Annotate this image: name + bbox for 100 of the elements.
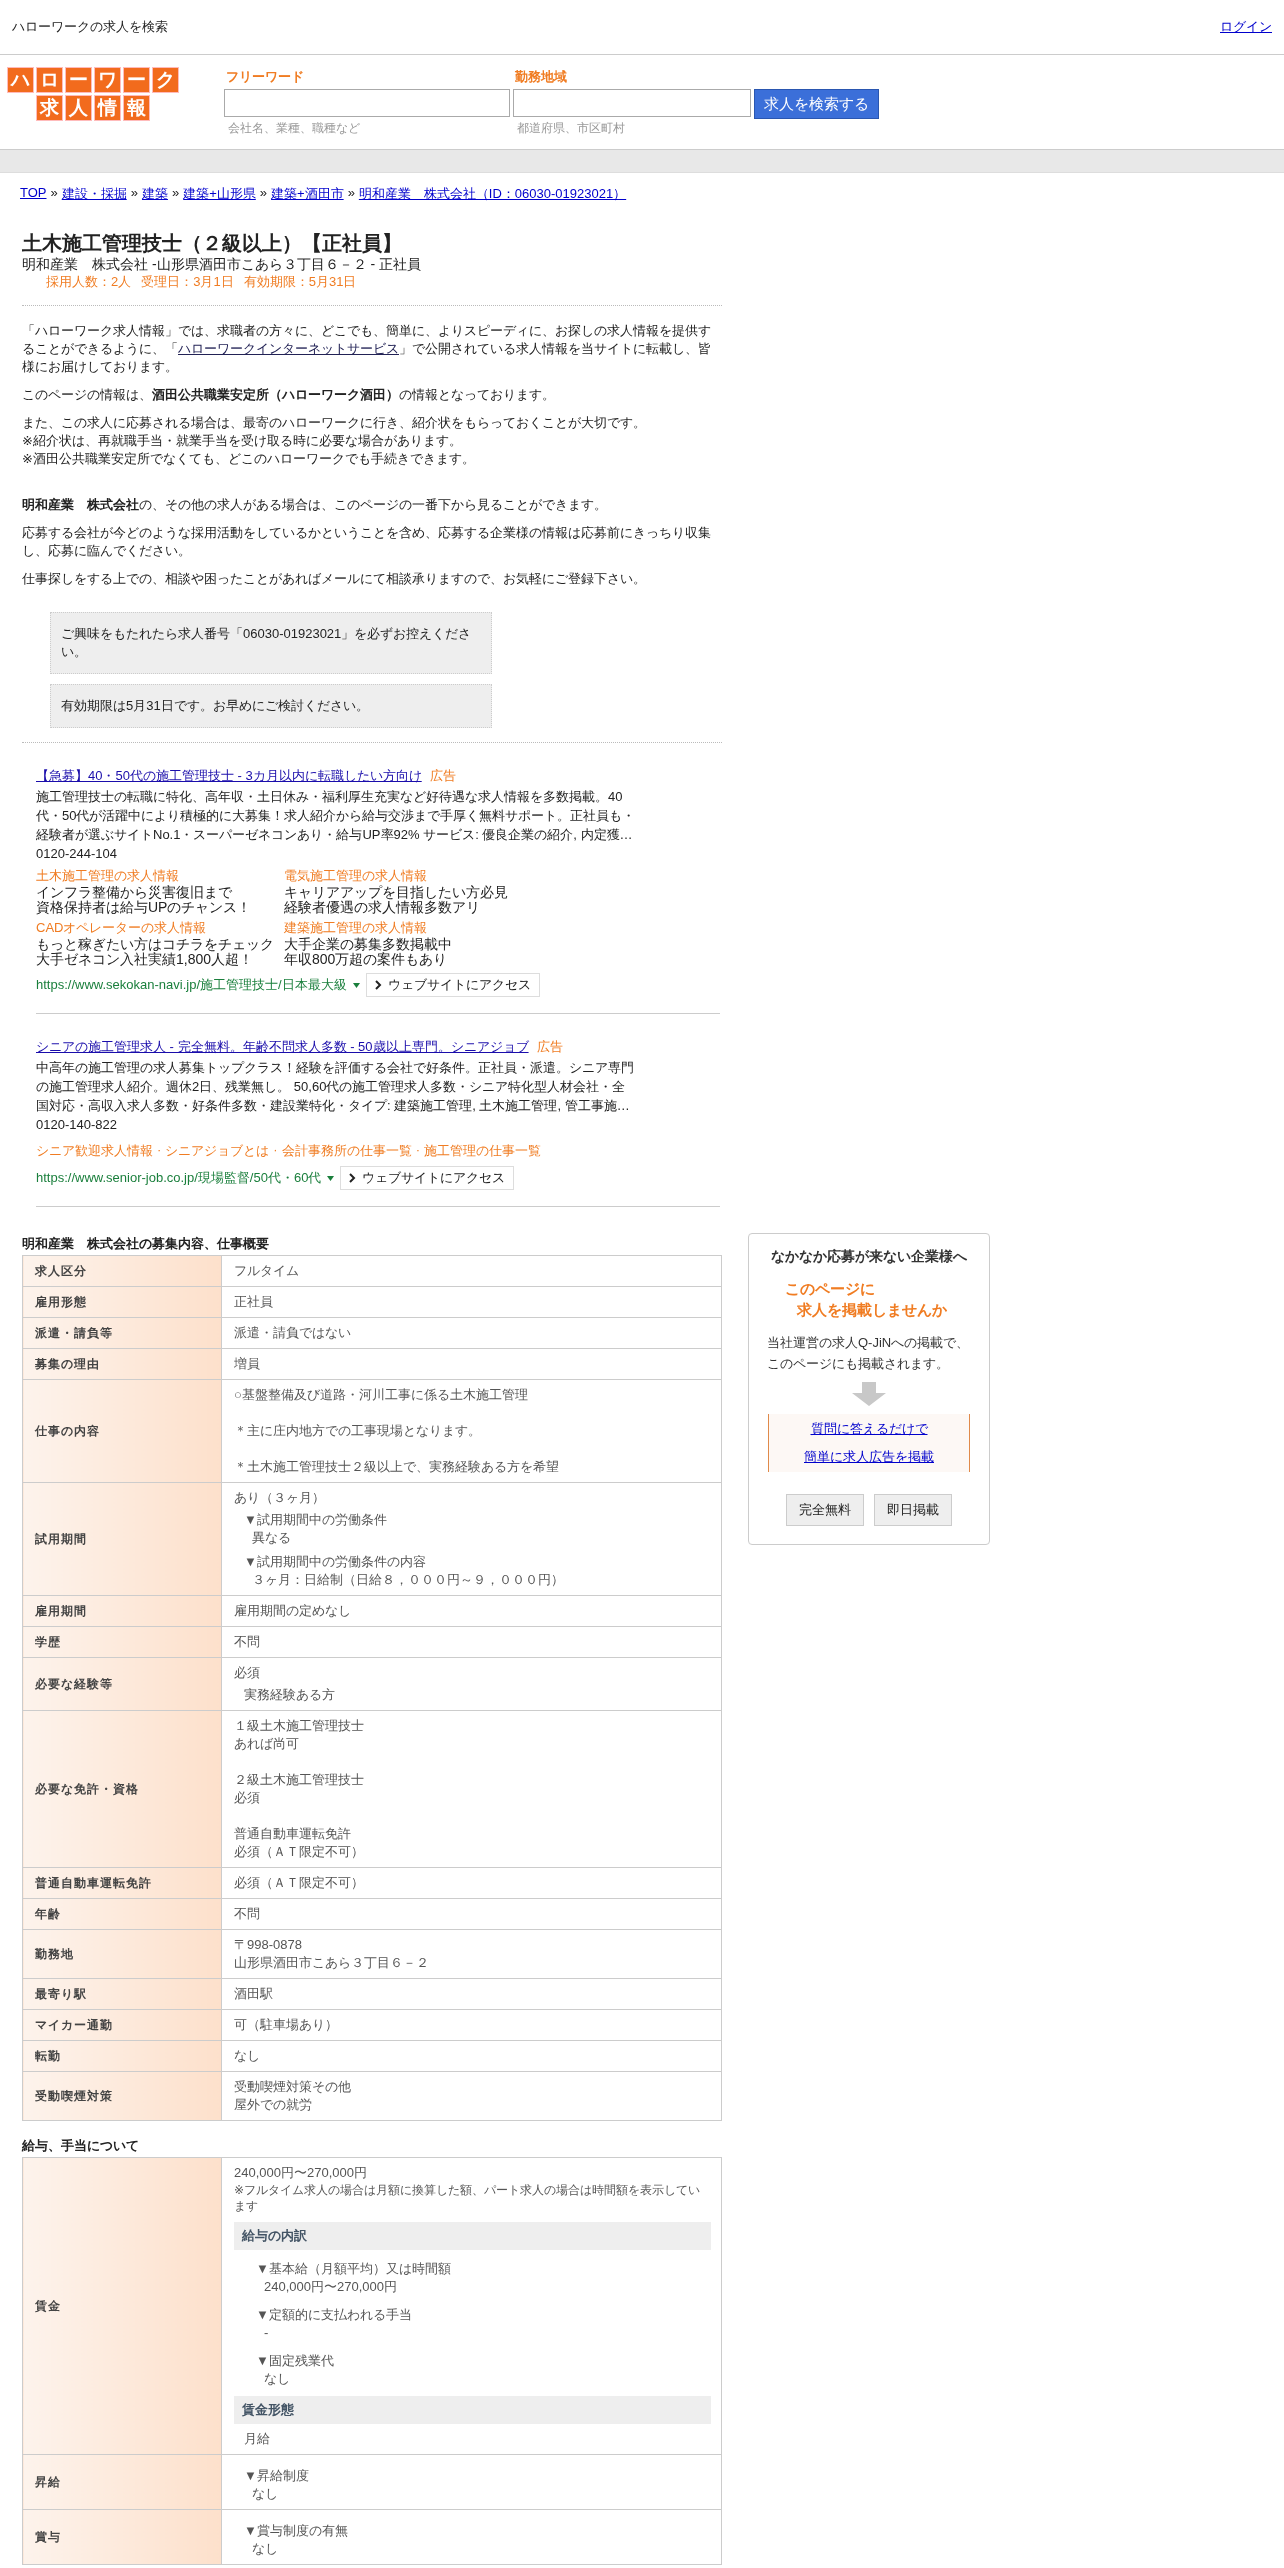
visit-website-button[interactable]: ウェブサイトにアクセス [365,973,540,997]
breadcrumb-link[interactable]: TOP [20,185,47,203]
breadcrumb-link[interactable]: 建築+酒田市 [271,185,344,203]
ad-url: https://www.sekokan-navi.jp/施工管理技士/日本最大級 [36,976,347,994]
section-heading: 明和産業 株式会社の募集内容、仕事概要 [22,1235,270,1253]
cell-text: 異なる [251,1529,292,1547]
cell-text: 普通自動車運転免許 必須（ＡＴ限定不可） [234,1825,365,1861]
intro-paragraph: 仕事探しをする上での、相談や困ったことがあればメールにて相談承りますので、お気軽にご登録下さい。 [22,570,647,588]
cell-text: あり（３ヶ月） [234,1489,326,1507]
cell-text: ３ヶ月：日給制（日給８，０００円～９，０００円） [251,1571,565,1589]
field-label: 勤務地域 [514,68,568,86]
ad-label: 広告 [536,1038,563,1056]
breadcrumb-link[interactable]: 明和産業 株式会社（ID：06030-01923021） [358,185,627,203]
job-meta: 受理日：3月1日 [141,273,234,291]
cell-text: 可（駐車場あり） [234,2016,339,2034]
cell-text: ＊土木施工管理技士２級以上で、実務経験ある方を希望 [234,1458,560,1476]
row-label: 募集の理由 [22,1348,222,1380]
notice-box: ご興味をもたれたら求人番号「06030-01923021」を必ずお控えください。 [50,612,492,674]
feature-badge: 即日掲載 [874,1494,952,1526]
cell-text: 必須 [234,1664,261,1682]
post-job-link[interactable]: 質問に答えるだけで [810,1420,928,1438]
field-label: フリーワード [225,68,305,86]
cell-text: 〒998-0878 山形県酒田市こあら３丁目６－２ [234,1936,430,1972]
sitelink-description: もっと稼ぎたい方はコチラをチェック 大手ゼネコン入社実績1,800人超！ [36,937,275,967]
row-label: 賃金 [22,2157,222,2455]
row-label: 派遣・請負等 [22,1317,222,1349]
ad-label: 広告 [429,767,456,785]
cell-text: 派遣・請負ではない [234,1324,352,1342]
ad-url: https://www.senior-job.co.jp/現場監督/50代・60代 [36,1169,322,1187]
row-label: 必要な免許・資格 [22,1710,222,1868]
ad-phone: 0120-244-104 [36,845,118,863]
breadcrumb-separator: » [259,185,268,202]
cell-text: ＊主に庄内地方での工事現場となります。 [234,1422,482,1440]
breadcrumb-separator: » [50,185,58,202]
breadcrumb-separator: » [347,185,355,202]
cell-text: 240,000円〜270,000円 [263,2278,398,2296]
row-label: 転勤 [22,2040,222,2072]
sitelink-description: キャリアアップを目指したい方必見 経験者優遇の求人情報多数アリ [284,885,509,915]
cell-text: なし [234,2047,261,2065]
ad-description: 施工管理技士の転職に特化、高年収・土日休み・福利厚生充実など好待遇な求人情報を多数掲載。40代・50代が活躍中により積極的に大募集！求人紹介から給与交渉まで手厚く無料サポート。正社員も・経験者が選ぶサイトNo.1・スーパーゼネコンあり・給与UP率92% サービス: 優良企業の紹介, 内定獲… [36,788,636,844]
row-label: 雇用形態 [22,1286,222,1318]
dropdown-icon[interactable] [327,1175,335,1181]
panel-title: なかなか応募が来ない企業様へ [771,1248,967,1266]
cell-text: 不問 [234,1633,261,1651]
row-label: 賞与 [22,2509,222,2565]
separator-dot: · [415,1142,421,1159]
cell-text: なし [251,2485,279,2503]
search-button[interactable]: 求人を検索する [754,89,879,119]
cell-text: ○基盤整備及び道路・河川工事に係る土木施工管理 [234,1386,529,1404]
cell-text: 不問 [234,1905,261,1923]
feature-badge: 完全無料 [786,1494,864,1526]
intro-paragraph: 「ハローワーク求人情報」では、求職者の方々に、どこでも、簡単に、よりスピーディに、お探しの求人情報を提供することができるように、「ハローワークインターネットサービス」で公開されている求人情報を当サイトに転載し、皆様にお届けしております。 [22,322,712,376]
job-subtitle: 明和産業 株式会社 -山形県酒田市こあら３丁目６－２ - 正社員 [22,255,422,273]
notice-box: 有効期限は5月31日です。お早めにご検討ください。 [50,684,492,728]
cell-text: 月給 [243,2430,271,2448]
row-label: マイカー通勤 [22,2009,222,2041]
ad-description: 中高年の施工管理の求人募集トップクラス！経験を評価する会社で好条件。正社員・派遣。シニア専門の施工管理求人紹介。週休2日、残業無し。 50,60代の施工管理求人多数・シニア特化型人材会社・全国対応・高収入求人多数・好条件多数・建設業特化・タイプ: 建築施工管理, 土木施工管理, 管工事施… [36,1059,635,1115]
row-label: 勤務地 [22,1929,222,1979]
cell-text: 正社員 [234,1293,274,1311]
cell-text: - [263,2324,270,2342]
breadcrumb-link[interactable]: 建設・採掘 [61,185,127,203]
post-job-link[interactable]: 簡単に求人広告を掲載 [804,1448,934,1466]
service-link[interactable]: ハローワークインターネットサービス [178,341,399,356]
field-hint: 会社名、業種、職種など [227,120,361,137]
row-label: 最寄り駅 [22,1978,222,2010]
breadcrumb-separator: » [171,185,180,202]
subheading-band: 給与の内訳 [234,2222,711,2250]
cell-text: 雇用期間の定めなし [234,1602,352,1620]
intro-paragraph: このページの情報は、酒田公共職業安定所（ハローワーク酒田）の情報となっております。 [22,386,556,404]
subheading-band: 賃金形態 [234,2396,711,2424]
row-label: 昇給 [22,2454,222,2510]
chevron-icon [374,980,382,990]
cell-text: 増員 [234,1355,261,1373]
job-title: 土木施工管理技士（２級以上）【正社員】 [22,231,403,255]
chevron-icon [349,1173,357,1183]
breadcrumb-separator: » [130,185,138,202]
dropdown-icon[interactable] [352,982,360,988]
section-heading: 給与、手当について [22,2137,140,2155]
ad-title-link[interactable]: シニアの施工管理求人 - 完全無料。年齢不問求人多数 - 50歳以上専門。シニアジョブ [36,1038,529,1056]
breadcrumb-link[interactable]: 建築+山形県 [183,185,256,203]
cell-text: 必須（ＡＴ限定不可） [234,1874,365,1892]
visit-website-button[interactable]: ウェブサイトにアクセス [340,1166,515,1190]
row-label: 受動喫煙対策 [22,2071,222,2121]
login-link[interactable]: ログイン [1220,18,1272,36]
item-heading: ▼賞与制度の有無 [244,2522,349,2540]
row-label: 必要な経験等 [22,1657,222,1711]
intro-paragraph: また、この求人に応募される場合は、最寄のハローワークに行き、紹介状をもらっておくことが大切です。 ※紹介状は、再就職手当・就業手当を受け取る時に必要な場合があります。 ※酒田公共職業安定所でなくても、どこのハローワークでも手続きできます。 [22,414,647,468]
separator-dot: · [273,1142,278,1159]
search-field[interactable] [224,89,510,117]
cell-text: 240,000円〜270,000円 [234,2164,368,2182]
item-heading: ▼固定残業代 [256,2352,335,2370]
breadcrumb-link[interactable]: 建築 [141,185,168,203]
ad-title-link[interactable]: 【急募】40・50代の施工管理技士 - 3カ月以内に転職したい方向け [36,767,422,785]
item-heading: ▼試用期間中の労働条件の内容 [244,1553,427,1571]
row-label: 年齢 [22,1898,222,1930]
separator-dot: · [157,1142,162,1159]
intro-paragraph: 応募する会社が今どのような採用活動をしているかということを含め、応募する企業様の情報は応募前にきっちり収集し、応募に臨んでください。 [22,524,712,560]
job-meta: 有効期限：5月31日 [243,273,357,291]
search-field[interactable] [513,89,751,117]
item-heading: ▼定額的に支払われる手当 [256,2306,413,2324]
